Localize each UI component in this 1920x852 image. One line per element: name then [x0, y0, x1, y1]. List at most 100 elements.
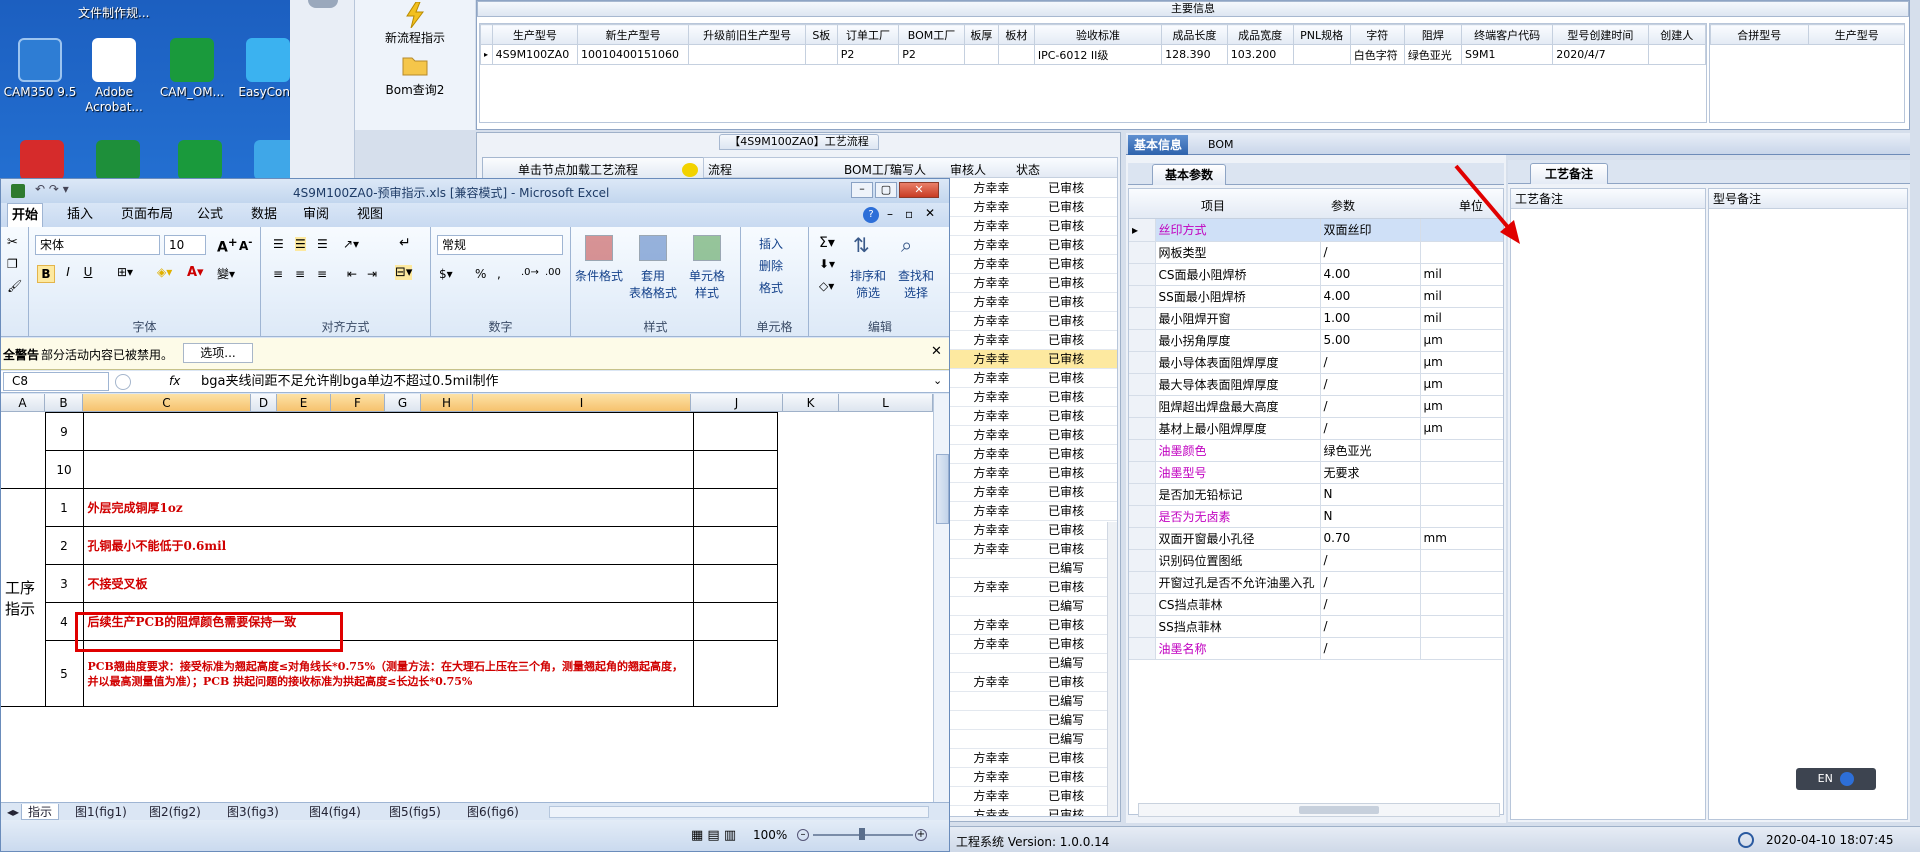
column-header[interactable]: C [83, 394, 251, 412]
column-header[interactable]: 阻焊 [1403, 24, 1463, 45]
tab-base-params[interactable]: 基本参数 [1152, 164, 1227, 185]
styles-button[interactable]: 条件格式 [571, 267, 627, 284]
sheet-tab[interactable]: 图2(fig2) [143, 804, 207, 820]
main-info-cell[interactable]: 103.200 [1226, 44, 1294, 65]
autosum-button[interactable]: Σ▾ [819, 235, 835, 251]
ribbon-restore[interactable]: ▫ [905, 207, 913, 221]
sheet-tab[interactable]: 指示 [21, 804, 60, 820]
params-column-header[interactable]: 项目 [1201, 197, 1225, 214]
cell-j[interactable] [692, 488, 778, 527]
row-number-cell[interactable]: 3 [44, 564, 84, 603]
param-value-cell[interactable]: 双面丝印 [1320, 219, 1421, 242]
fx-icon[interactable]: fx [169, 374, 180, 388]
param-value-cell[interactable]: N [1320, 505, 1421, 528]
param-row[interactable]: 双面开窗最小孔径 0.70 mm [1129, 527, 1503, 550]
quick-access-toolbar[interactable]: ↶ ↷ ▾ [35, 182, 69, 196]
align-middle-button[interactable]: ☰ [295, 237, 306, 251]
phonetic-button[interactable]: 變▾ [217, 265, 235, 282]
param-value-cell[interactable]: 1.00 [1320, 307, 1421, 330]
new-flow-button[interactable]: 新流程指示 [360, 1, 470, 46]
instruction-cell[interactable] [82, 450, 694, 489]
cell-j[interactable] [692, 602, 778, 641]
column-header[interactable]: 新生产型号 [577, 24, 690, 45]
main-info-cell[interactable]: 10010400151060 [577, 44, 690, 65]
column-header[interactable]: 生产型号 [1807, 24, 1904, 45]
main-info-cell[interactable] [1647, 44, 1706, 65]
desktop-app-icon[interactable] [96, 140, 140, 180]
column-header[interactable]: L [839, 394, 933, 412]
cells-button[interactable]: 格式 [759, 279, 783, 296]
param-row[interactable]: 最大导体表面阻焊厚度 / μm [1129, 373, 1503, 396]
maximize-button[interactable]: ▢ [875, 182, 897, 198]
ribbon-tab[interactable]: 页面布局 [117, 203, 177, 227]
cell-j[interactable] [692, 450, 778, 489]
scroll-thumb[interactable] [1299, 806, 1379, 814]
param-value-cell[interactable]: / [1320, 395, 1421, 418]
main-info-cell[interactable] [963, 44, 999, 65]
cell-j[interactable] [692, 640, 778, 707]
ribbon-tab[interactable]: 审阅 [299, 203, 333, 227]
param-row[interactable]: 基材上最小阻焊厚度 / μm [1129, 417, 1503, 440]
param-value-cell[interactable]: 4.00 [1320, 285, 1421, 308]
model-remark-box[interactable]: 型号备注 [1708, 188, 1908, 820]
param-value-cell[interactable]: 4.00 [1320, 263, 1421, 286]
italic-button[interactable]: I [59, 265, 77, 279]
ribbon-minimize[interactable]: – [887, 207, 893, 221]
sheet-row[interactable]: 10 [1, 450, 778, 489]
param-value-cell[interactable]: 0.70 [1320, 527, 1421, 550]
decrease-decimal-button[interactable]: .00 [545, 267, 561, 278]
shrink-font-button[interactable]: A- [239, 237, 252, 253]
ribbon-tab[interactable]: 数据 [247, 203, 281, 227]
main-info-cell[interactable]: 白色字符 [1349, 44, 1405, 65]
name-box[interactable]: C8 [3, 372, 109, 391]
param-value-cell[interactable]: / [1320, 571, 1421, 594]
row-number-cell[interactable]: 2 [44, 526, 84, 565]
row-number-cell[interactable]: 1 [44, 488, 84, 527]
main-info-cell[interactable]: 128.390 [1161, 44, 1228, 65]
sheet-vscroll[interactable] [933, 394, 949, 802]
zoom-in-button[interactable]: + [915, 829, 927, 841]
param-row[interactable]: SS面最小阻焊桥 4.00 mil [1129, 285, 1503, 308]
process-column-header[interactable]: 审核人 [950, 161, 986, 178]
column-header[interactable]: 升级前旧生产型号 [688, 24, 806, 45]
process-column-header[interactable]: BOM工厂 [844, 161, 896, 178]
param-row[interactable]: SS挡点菲林 / [1129, 615, 1503, 638]
main-info-cell[interactable] [804, 44, 838, 65]
param-value-cell[interactable]: / [1320, 593, 1421, 616]
percent-button[interactable]: % [475, 267, 486, 281]
column-header[interactable]: D [251, 394, 277, 412]
bom-query-button[interactable]: Bom查询2 [360, 54, 470, 98]
main-info-cell[interactable]: 绿色亚光 [1403, 44, 1463, 65]
column-header[interactable]: I [473, 394, 691, 412]
font-size-select[interactable]: 10 [164, 235, 206, 255]
params-column-header[interactable]: 参数 [1331, 197, 1355, 214]
param-value-cell[interactable]: / [1320, 549, 1421, 572]
param-row[interactable]: 最小拐角厚度 5.00 μm [1129, 329, 1503, 352]
formula-toggle-icon[interactable] [115, 374, 131, 390]
process-column-header[interactable]: 状态 [1016, 161, 1040, 178]
column-header[interactable]: 板厚 [963, 24, 999, 45]
param-row[interactable]: 是否为无卤素 N [1129, 505, 1503, 528]
param-row[interactable]: CS挡点菲林 / [1129, 593, 1503, 616]
cells-button[interactable]: 删除 [759, 257, 783, 274]
column-header[interactable]: J [691, 394, 783, 412]
param-value-cell[interactable]: N [1320, 483, 1421, 506]
column-header[interactable]: 合拼型号 [1710, 24, 1809, 45]
main-info-cell[interactable]: IPC-6012 II级 [1033, 44, 1163, 65]
main-info-cell[interactable]: S9M1 [1461, 44, 1554, 65]
borders-button[interactable]: ⊞▾ [117, 265, 133, 279]
row-number-cell[interactable]: 9 [44, 412, 84, 451]
desktop-shortcut[interactable]: CAM350 9.5 [0, 38, 80, 100]
params-horizontal-scrollbar[interactable] [1138, 803, 1500, 817]
comma-button[interactable]: , [497, 267, 501, 281]
instruction-cell[interactable]: 孔铜最小不能低于0.6mil [82, 526, 694, 565]
editing-button[interactable]: 排序和 筛选 [845, 267, 891, 301]
tab-base-info[interactable]: 基本信息 [1128, 135, 1189, 155]
column-header[interactable]: 创建人 [1647, 24, 1706, 45]
column-header[interactable]: E [277, 394, 331, 412]
param-row[interactable]: 阻焊超出焊盘最大高度 / μm [1129, 395, 1503, 418]
sheet-tab[interactable]: 图4(fig4) [303, 804, 367, 820]
main-info-cell[interactable]: P2 [898, 44, 965, 65]
row-number-cell[interactable]: 10 [44, 450, 84, 489]
instruction-cell[interactable]: 不接受叉板 [82, 564, 694, 603]
